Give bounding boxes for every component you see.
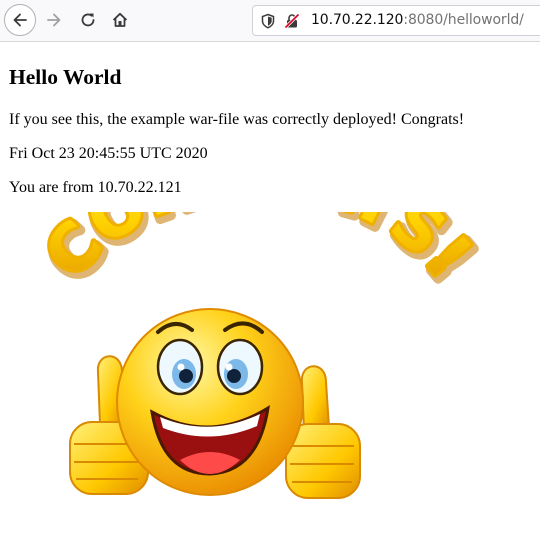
browser-toolbar: 10.70.22.120:8080/helloworld/ — [0, 0, 540, 42]
forward-arrow-icon — [47, 13, 61, 27]
deploy-message: If you see this, the example war-file wa… — [9, 111, 465, 128]
home-icon — [112, 12, 128, 27]
url-host: 10.70.22.120 — [311, 12, 404, 28]
url-port-path: :8080/helloworld/ — [403, 12, 524, 28]
address-bar[interactable]: 10.70.22.120:8080/helloworld/ — [252, 5, 540, 36]
congrats-arc-text: CONGRATS! CONGRATS! — [28, 212, 493, 301]
back-arrow-icon — [13, 13, 27, 27]
site-info-button[interactable] — [284, 13, 300, 29]
reload-icon — [81, 13, 95, 27]
server-timestamp: Fri Oct 23 20:45:55 UTC 2020 — [9, 145, 208, 162]
url-text: 10.70.22.120:8080/helloworld/ — [311, 12, 524, 28]
page-heading: Hello World — [9, 65, 122, 89]
client-address: You are from 10.70.22.121 — [9, 179, 182, 196]
reload-button[interactable] — [72, 4, 104, 36]
tracking-protection-button[interactable] — [260, 13, 276, 29]
shield-icon — [261, 13, 275, 29]
congrats-image: CONGRATS! CONGRATS! — [28, 212, 493, 499]
forward-button[interactable] — [38, 4, 70, 36]
insecure-lock-icon — [284, 13, 300, 29]
smiley-face — [116, 308, 304, 496]
home-button[interactable] — [104, 4, 136, 36]
back-button[interactable] — [4, 4, 36, 36]
